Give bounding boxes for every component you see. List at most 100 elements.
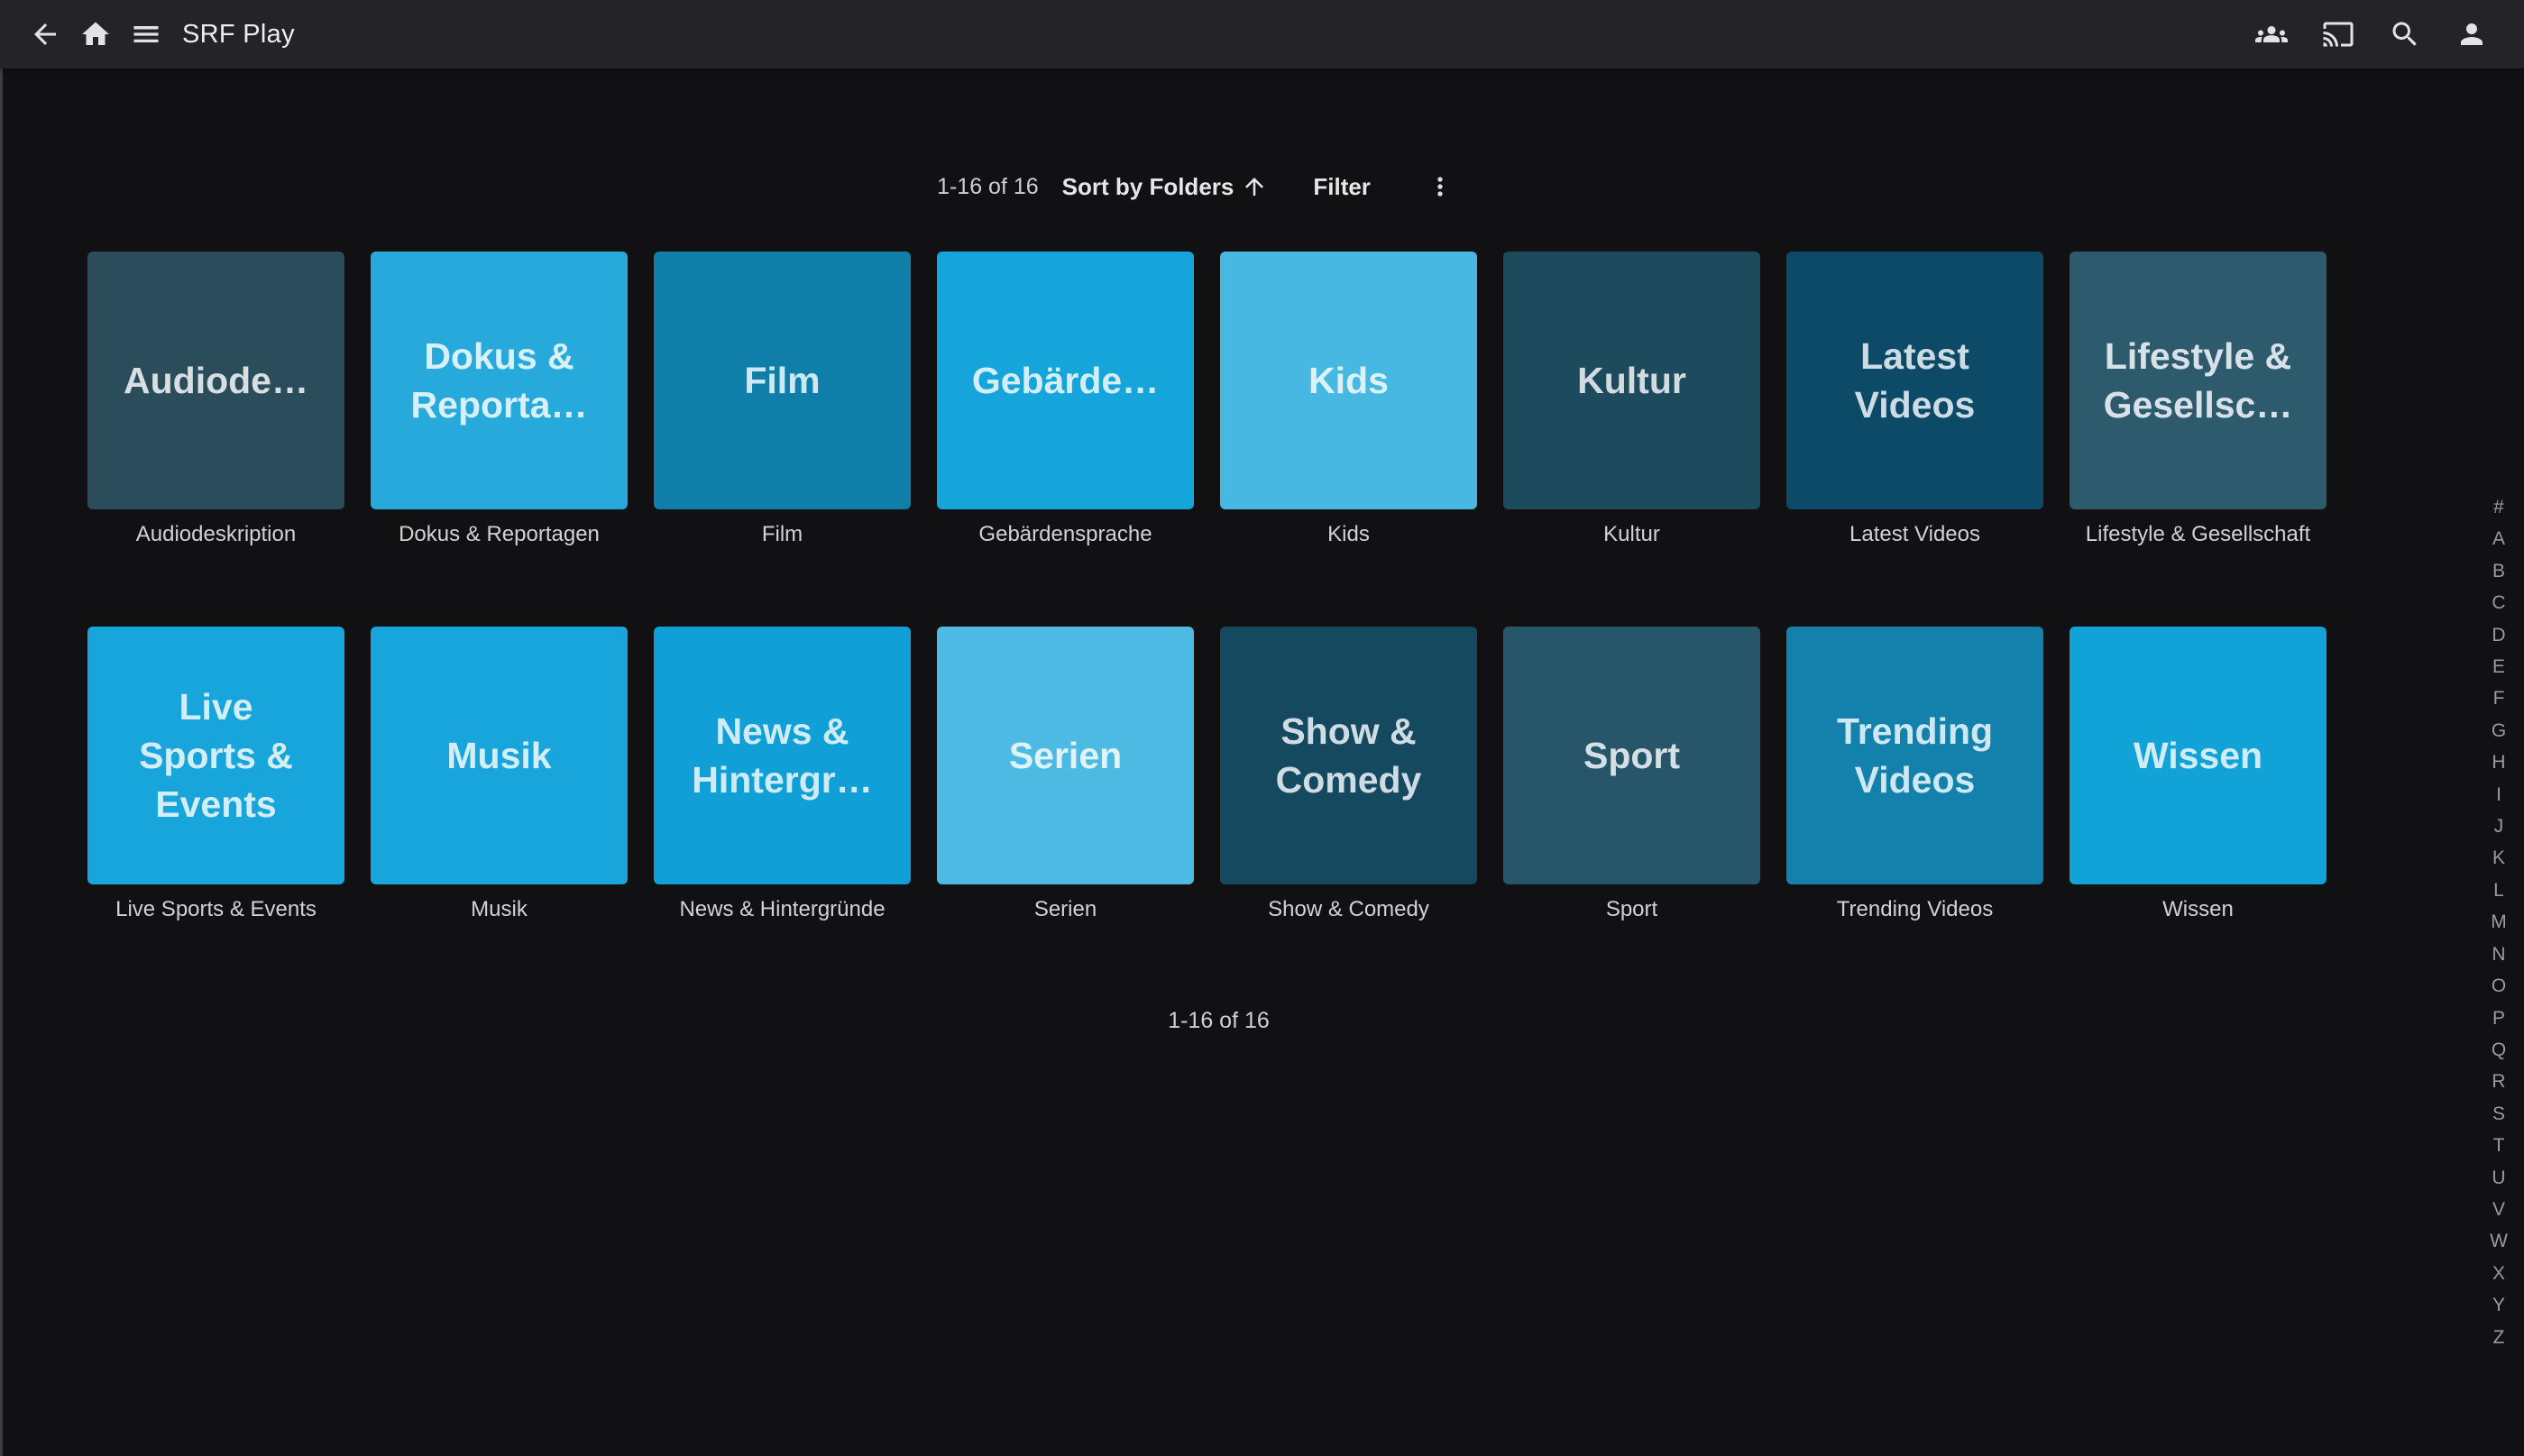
alpha-letter[interactable]: Z: [2486, 1322, 2511, 1353]
folder-card[interactable]: Kids Kids: [1220, 252, 1477, 547]
card-label: News & Hintergr…: [692, 707, 872, 804]
menu-button[interactable]: [123, 11, 170, 58]
syncplay-button[interactable]: [2248, 11, 2295, 58]
cast-button[interactable]: [2315, 11, 2362, 58]
alpha-picker: #ABCDEFGHIJKLMNOPQRSTUVWXYZ: [2486, 491, 2511, 1353]
alpha-letter[interactable]: U: [2486, 1162, 2511, 1194]
vertical-ellipsis-icon: [1426, 172, 1455, 201]
alpha-letter[interactable]: H: [2486, 746, 2511, 778]
card-label: Sport: [1583, 731, 1680, 780]
folder-card[interactable]: Trending Videos Trending Videos: [1786, 627, 2043, 922]
card-box: Latest Videos: [1786, 252, 2043, 509]
card-box: Serien: [937, 627, 1194, 884]
alpha-letter[interactable]: W: [2486, 1225, 2511, 1257]
folder-card[interactable]: Dokus & Reporta… Dokus & Reportagen: [371, 252, 628, 547]
alpha-letter[interactable]: R: [2486, 1066, 2511, 1097]
alpha-letter[interactable]: Q: [2486, 1034, 2511, 1066]
arrow-up-icon: [1241, 173, 1268, 200]
back-button[interactable]: [22, 11, 69, 58]
alpha-letter[interactable]: P: [2486, 1003, 2511, 1034]
alpha-letter[interactable]: X: [2486, 1258, 2511, 1289]
card-box: Musik: [371, 627, 628, 884]
card-box: Show & Comedy: [1220, 627, 1477, 884]
card-box: Trending Videos: [1786, 627, 2043, 884]
alpha-letter[interactable]: Y: [2486, 1289, 2511, 1321]
card-label: Serien: [1009, 731, 1122, 780]
card-caption: News & Hintergründe: [654, 897, 911, 922]
sort-label: Sort by Folders: [1062, 173, 1234, 201]
folder-grid: Audiode… Audiodeskription Dokus & Report…: [87, 252, 2327, 922]
folder-card[interactable]: Kultur Kultur: [1503, 252, 1760, 547]
window-left-edge: [0, 0, 3, 1456]
filter-label: Filter: [1313, 173, 1371, 201]
card-caption: Latest Videos: [1786, 522, 2043, 547]
card-caption: Wissen: [2070, 897, 2327, 922]
home-icon: [79, 18, 112, 50]
card-label: Wissen: [2134, 731, 2262, 780]
alpha-letter[interactable]: N: [2486, 939, 2511, 970]
folder-card[interactable]: Lifestyle & Gesellsc… Lifestyle & Gesell…: [2070, 252, 2327, 547]
alpha-letter[interactable]: D: [2486, 619, 2511, 651]
folder-card[interactable]: Serien Serien: [937, 627, 1194, 922]
card-box: Film: [654, 252, 911, 509]
search-button[interactable]: [2382, 11, 2428, 58]
card-box: Lifestyle & Gesellsc…: [2070, 252, 2327, 509]
alpha-letter[interactable]: O: [2486, 970, 2511, 1002]
folder-card[interactable]: Film Film: [654, 252, 911, 547]
filter-button[interactable]: Filter: [1313, 173, 1371, 201]
alpha-letter[interactable]: T: [2486, 1130, 2511, 1161]
more-menu-button[interactable]: [1419, 166, 1461, 207]
card-label: Kultur: [1577, 356, 1686, 405]
card-label: Kids: [1308, 356, 1389, 405]
alpha-letter[interactable]: F: [2486, 682, 2511, 714]
alpha-letter[interactable]: M: [2486, 906, 2511, 938]
item-count: 1-16 of 16: [937, 174, 1039, 200]
alpha-letter[interactable]: K: [2486, 842, 2511, 874]
alpha-letter[interactable]: A: [2486, 523, 2511, 554]
folder-card[interactable]: Live Sports & Events Live Sports & Event…: [87, 627, 344, 922]
alpha-letter[interactable]: V: [2486, 1194, 2511, 1225]
folder-card[interactable]: Gebärde… Gebärdensprache: [937, 252, 1194, 547]
folder-card[interactable]: News & Hintergr… News & Hintergründe: [654, 627, 911, 922]
card-box: News & Hintergr…: [654, 627, 911, 884]
card-label: Gebärde…: [972, 356, 1159, 405]
alpha-letter[interactable]: #: [2486, 491, 2511, 523]
folder-card[interactable]: Sport Sport: [1503, 627, 1760, 922]
card-caption: Live Sports & Events: [87, 897, 344, 922]
card-label: Film: [744, 356, 820, 405]
app-bar: SRF Play: [0, 0, 2524, 69]
card-box: Live Sports & Events: [87, 627, 344, 884]
folder-card[interactable]: Musik Musik: [371, 627, 628, 922]
alpha-letter[interactable]: G: [2486, 715, 2511, 746]
syncplay-groups-icon: [2255, 18, 2288, 50]
card-caption: Trending Videos: [1786, 897, 2043, 922]
home-button[interactable]: [72, 11, 119, 58]
alpha-letter[interactable]: E: [2486, 651, 2511, 682]
card-label: Live Sports & Events: [139, 682, 293, 829]
alpha-letter[interactable]: L: [2486, 875, 2511, 906]
cast-icon: [2322, 18, 2354, 50]
folder-card[interactable]: Latest Videos Latest Videos: [1786, 252, 2043, 547]
card-label: Dokus & Reporta…: [411, 332, 588, 429]
card-label: Audiode…: [124, 356, 308, 405]
srf-play-library-page: { "header": { "title": "SRF Play", "left…: [0, 0, 2524, 1456]
appbar-actions: [2248, 11, 2495, 58]
alpha-letter[interactable]: S: [2486, 1098, 2511, 1130]
card-caption: Film: [654, 522, 911, 547]
menu-icon: [130, 18, 162, 50]
alpha-letter[interactable]: B: [2486, 555, 2511, 587]
alpha-letter[interactable]: C: [2486, 587, 2511, 618]
alpha-letter[interactable]: I: [2486, 779, 2511, 810]
folder-card[interactable]: Audiode… Audiodeskription: [87, 252, 344, 547]
card-label: Latest Videos: [1855, 332, 1976, 429]
folder-card[interactable]: Show & Comedy Show & Comedy: [1220, 627, 1477, 922]
folder-card[interactable]: Wissen Wissen: [2070, 627, 2327, 922]
card-label: Lifestyle & Gesellsc…: [2104, 332, 2293, 429]
card-caption: Serien: [937, 897, 1194, 922]
user-button[interactable]: [2448, 11, 2495, 58]
sort-button[interactable]: Sort by Folders: [1062, 173, 1269, 201]
alpha-letter[interactable]: J: [2486, 810, 2511, 842]
card-box: Kultur: [1503, 252, 1760, 509]
card-box: Sport: [1503, 627, 1760, 884]
card-box: Gebärde…: [937, 252, 1194, 509]
